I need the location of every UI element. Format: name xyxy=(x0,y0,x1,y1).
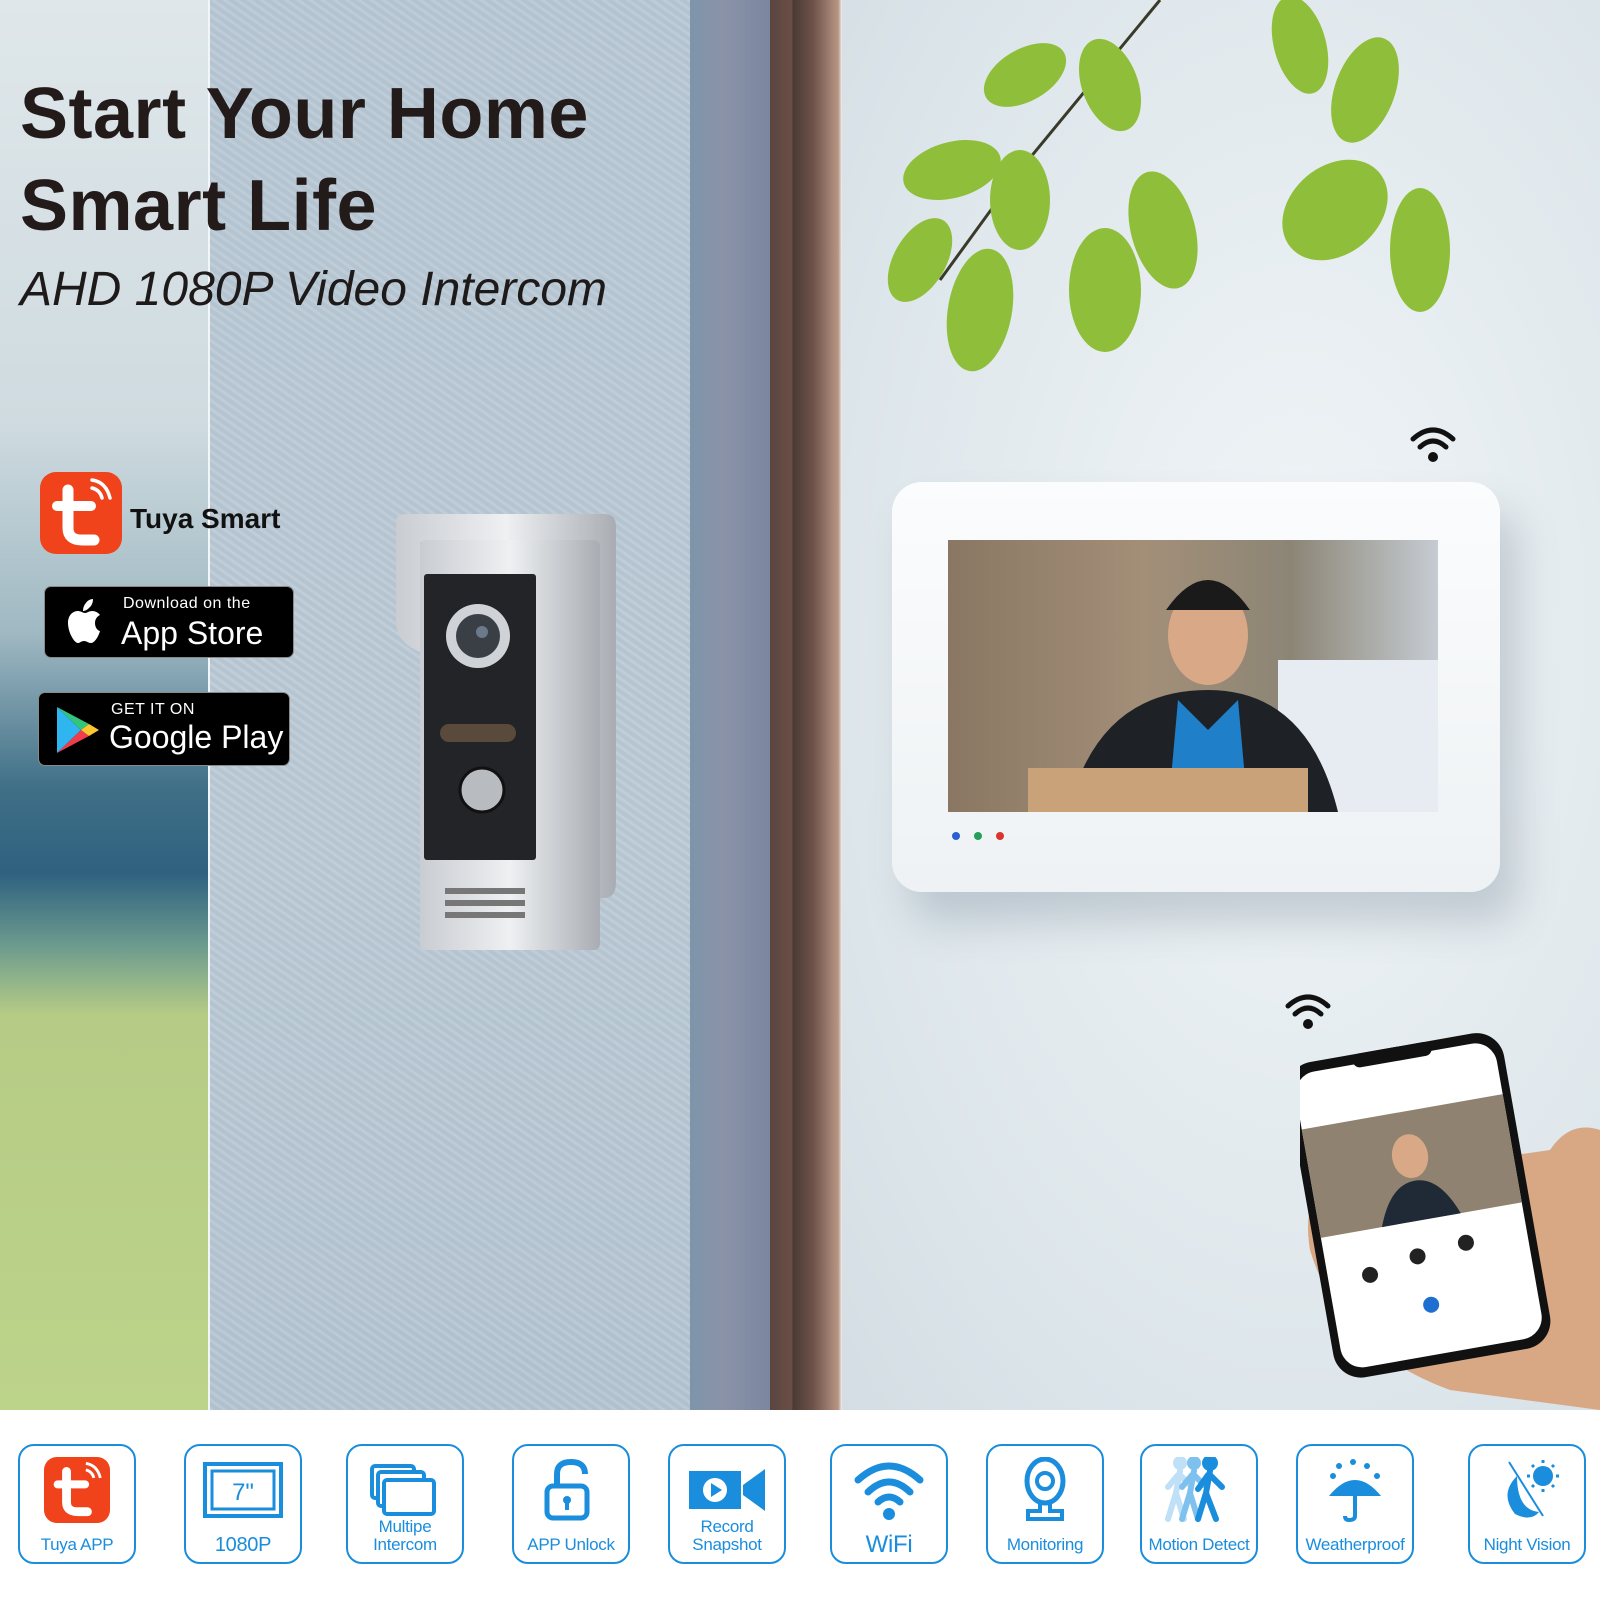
feature-wifi: WiFi xyxy=(830,1444,948,1564)
google-play-badge[interactable]: GET IT ON Google Play xyxy=(38,692,290,766)
moon-sun-icon xyxy=(1507,1460,1559,1518)
feature-label: Monitoring xyxy=(1006,1535,1084,1554)
wall-pillar xyxy=(690,0,770,1410)
feature-label: Night Vision xyxy=(1483,1535,1571,1554)
screen-size-text: 7" xyxy=(232,1479,254,1506)
google-play-icon xyxy=(57,707,99,753)
feature-label: 1080P xyxy=(214,1534,272,1556)
headline: Start Your Home Smart Life xyxy=(20,68,589,252)
umbrella-rain-icon xyxy=(1329,1459,1381,1522)
headline-line-2: Smart Life xyxy=(20,166,378,246)
google-play-small-text: GET IT ON xyxy=(111,701,195,718)
feature-1080p: 7" 1080P xyxy=(184,1444,302,1564)
feature-motion-detect: Motion Detect xyxy=(1140,1444,1258,1564)
monitor-indicators xyxy=(952,832,1004,840)
unlock-icon xyxy=(544,1458,590,1521)
feature-label: Multipe Intercom xyxy=(373,1517,437,1554)
apple-icon xyxy=(68,599,100,643)
video-camera-icon xyxy=(689,1469,765,1511)
indoor-monitor xyxy=(892,482,1500,892)
wifi-icon xyxy=(854,1462,924,1520)
feature-label: Record Snapshot xyxy=(692,1517,762,1554)
feature-record-snapshot: Record Snapshot xyxy=(668,1444,786,1564)
feature-multiple-intercom: Multipe Intercom xyxy=(346,1444,464,1564)
feature-night-vision: Night Vision xyxy=(1468,1444,1586,1564)
feature-label: APP Unlock xyxy=(527,1535,615,1554)
feature-weatherproof: Weatherproof xyxy=(1296,1444,1414,1564)
leaves-decoration xyxy=(887,0,1450,372)
feature-strip: Tuya APP 7" 1080P Multipe Intercom APP U… xyxy=(0,1420,1600,1600)
screen-7inch-icon: 7" xyxy=(203,1462,283,1518)
smartphone-app-view xyxy=(1287,1010,1600,1410)
feature-monitoring: Monitoring xyxy=(986,1444,1104,1564)
doorbell-camera xyxy=(390,512,622,962)
feature-app-unlock: APP Unlock xyxy=(512,1444,630,1564)
headline-line-1: Start Your Home xyxy=(20,74,589,154)
feature-label: Tuya APP xyxy=(40,1535,114,1554)
feature-tuya-app: Tuya APP xyxy=(18,1444,136,1564)
door-frame xyxy=(770,0,842,1410)
walking-person-icon xyxy=(1165,1457,1225,1522)
app-store-small-text: Download on the xyxy=(123,595,251,612)
monitor-screen xyxy=(948,540,1438,812)
feature-label: WiFi xyxy=(865,1531,913,1558)
wifi-icon xyxy=(1410,427,1456,462)
subheadline: AHD 1080P Video Intercom xyxy=(20,263,607,316)
tuya-app-icon xyxy=(44,1457,110,1523)
google-play-big-text: Google Play xyxy=(109,719,284,755)
tuya-app-icon[interactable] xyxy=(40,472,122,554)
app-store-big-text: App Store xyxy=(121,615,264,651)
tuya-smart-label: Tuya Smart xyxy=(130,503,281,534)
feature-label: Motion Detect xyxy=(1148,1535,1250,1554)
webcam-icon xyxy=(1024,1457,1066,1521)
app-store-badge[interactable]: Download on the App Store xyxy=(44,586,294,658)
multiple-screens-icon xyxy=(370,1464,436,1516)
feature-label: Weatherproof xyxy=(1305,1535,1405,1554)
